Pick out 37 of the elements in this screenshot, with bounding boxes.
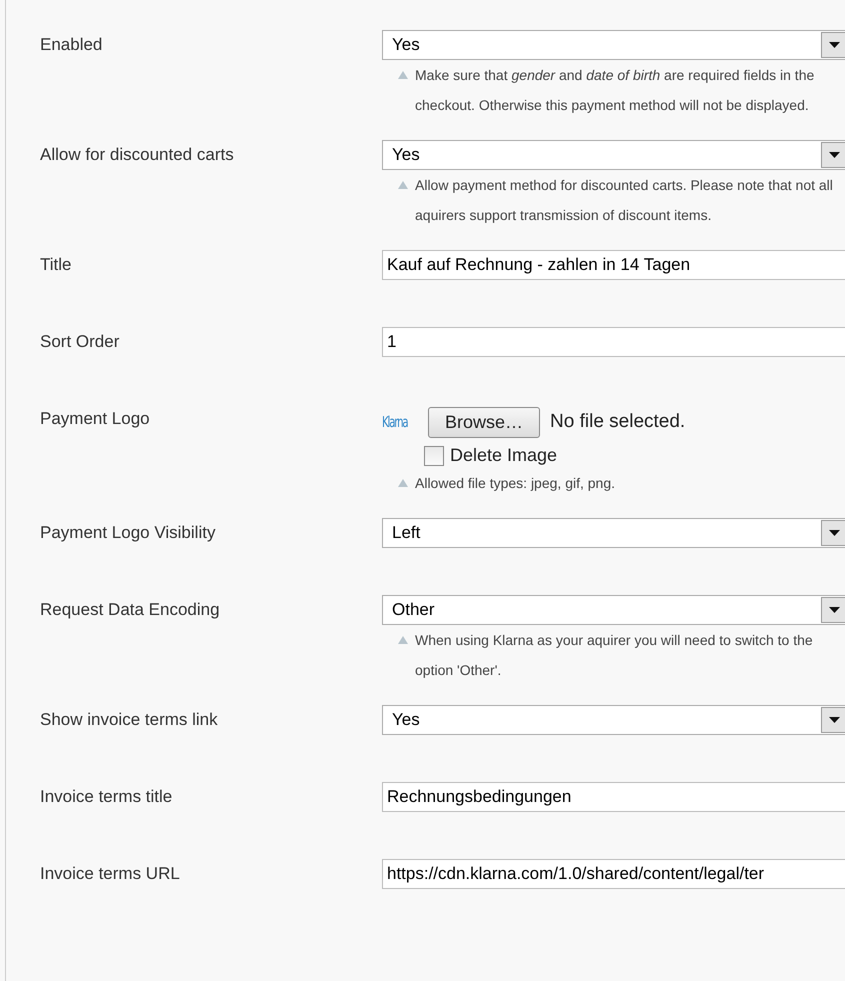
field-label: Allow for discounted carts <box>40 144 235 166</box>
dropdown-arrow-icon <box>821 32 845 58</box>
field-label: Invoice terms title <box>40 786 174 808</box>
hint-text: Allow payment method for discounted carts. Please note that not all aquirers support transmission of discount items. <box>415 176 834 225</box>
dropdown[interactable]: Yes <box>382 30 845 60</box>
field-label: Enabled <box>40 34 104 56</box>
dropdown[interactable]: Left <box>382 518 845 548</box>
field-label: Show invoice terms link <box>40 709 219 731</box>
dropdown-arrow-icon <box>821 520 845 546</box>
text-field[interactable]: Kauf auf Rechnung - zahlen in 14 Tagen <box>382 250 845 280</box>
triangle-icon <box>398 181 408 189</box>
hint-text: When using Klarna as your aquirer you will need to switch to the option 'Other'. <box>415 631 814 680</box>
text-field[interactable]: https://cdn.klarna.com/1.0/shared/content/legal/ter <box>382 859 845 889</box>
triangle-icon <box>398 636 408 644</box>
dropdown[interactable]: Other <box>382 595 845 625</box>
triangle-icon <box>398 479 408 487</box>
dropdown[interactable]: Yes <box>382 140 845 170</box>
dropdown-arrow-icon <box>821 597 845 623</box>
field-label: Invoice terms URL <box>40 863 181 885</box>
logo: Klarna <box>382 413 409 431</box>
text-field[interactable]: 1 <box>382 327 845 357</box>
field-label: Sort Order <box>40 331 120 353</box>
field-label: Request Data Encoding <box>40 599 221 621</box>
triangle-icon <box>398 71 408 79</box>
checkbox-label: Delete Image <box>450 445 558 466</box>
browse-button[interactable]: Browse… <box>428 406 540 438</box>
dropdown-arrow-icon <box>821 142 845 168</box>
file-status: No file selected. <box>550 411 686 433</box>
checkbox[interactable] <box>424 446 444 466</box>
text-field[interactable]: Rechnungsbedingungen <box>382 782 845 812</box>
hint-text: Allowed file types: jpeg, gif, png. <box>415 474 616 493</box>
field-label: Payment Logo <box>40 408 151 430</box>
hint-text: Make sure that gender and date of birth are required fields in the checkout. Otherwise this payment method will not be displayed. <box>415 66 816 115</box>
field-label: Payment Logo Visibility <box>40 522 216 544</box>
field-label: Title <box>40 254 72 276</box>
dropdown[interactable]: Yes <box>382 705 845 735</box>
dropdown-arrow-icon <box>821 707 845 733</box>
